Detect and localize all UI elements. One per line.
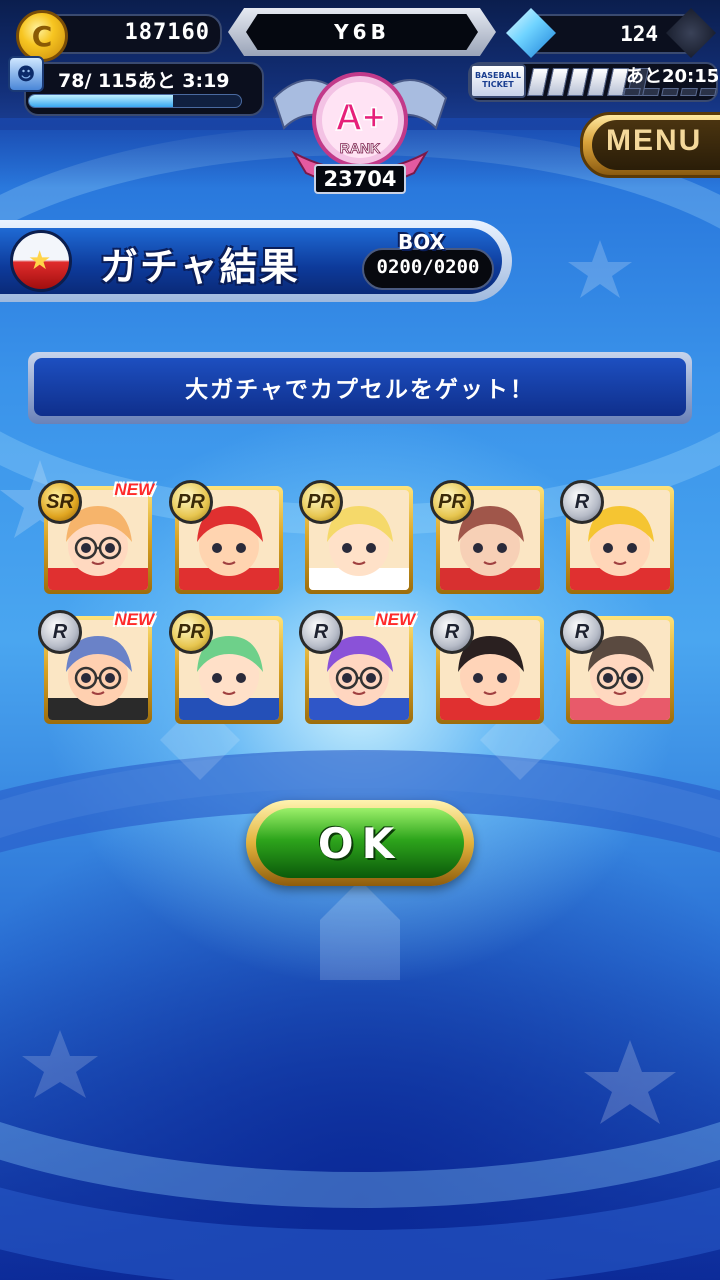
star-icon: ★ — [28, 246, 52, 276]
result-card[interactable]: R NEW — [38, 610, 154, 724]
ticket-sub-slot — [680, 88, 698, 96]
rank-label: RANK — [340, 140, 380, 156]
new-badge: NEW — [375, 610, 415, 629]
rarity-badge: R — [38, 610, 82, 654]
result-card[interactable]: PR — [169, 480, 283, 594]
player-name[interactable]: Y6B — [246, 14, 478, 50]
rank-score: 23704 — [314, 164, 406, 194]
ticket-sub-slot — [623, 88, 641, 96]
gacha-results-grid: SR NEW PR PR PR R R NEW PR R NEW R R — [38, 480, 676, 726]
status-bar: C 187160 Y6B 124 ☻ 78/ 115あと 3:19 BASEBA… — [0, 0, 720, 200]
rarity-badge: SR — [38, 480, 82, 524]
ticket-sub-slot — [699, 88, 717, 96]
rarity-badge: R — [299, 610, 343, 654]
result-card[interactable]: R — [560, 610, 674, 724]
rarity-badge: R — [560, 610, 604, 654]
ticket-timer: あと20:15 — [626, 66, 720, 87]
ticket-label-bottom: TICKET — [482, 80, 514, 89]
menu-label: MENU — [606, 124, 703, 157]
ticket-sub-slots — [623, 88, 717, 96]
stamina-bar-fill — [29, 95, 174, 107]
ticket-slot — [587, 68, 609, 96]
result-card[interactable]: R NEW — [299, 610, 415, 724]
new-badge: NEW — [114, 480, 154, 499]
ticket-sub-slot — [661, 88, 679, 96]
ticket-sub-slot — [642, 88, 660, 96]
result-card[interactable]: PR — [299, 480, 413, 594]
baseball-ticket-icon: BASEBALL TICKET — [470, 64, 526, 98]
rarity-badge: PR — [169, 480, 213, 524]
rarity-badge: PR — [430, 480, 474, 524]
stamina-text: 78/ 115あと 3:19 — [58, 70, 230, 92]
page-title: ガチャ結果 — [100, 245, 300, 289]
rank-grade: A+ — [335, 97, 385, 139]
ticket-slot — [567, 68, 589, 96]
rarity-badge: R — [430, 610, 474, 654]
coin-value: 187160 — [124, 20, 210, 45]
result-message: 大ガチャでカプセルをゲット！ — [34, 358, 686, 416]
box-value: 0200/0200 — [376, 256, 480, 278]
gem-value: 124 — [620, 22, 658, 46]
new-badge: NEW — [114, 610, 154, 629]
result-card[interactable]: PR — [430, 480, 544, 594]
result-card[interactable]: R — [430, 610, 544, 724]
box-label: BOX — [398, 230, 445, 254]
ok-button-label[interactable]: OK — [256, 808, 464, 878]
result-card[interactable]: PR — [169, 610, 283, 724]
coin-icon: C — [16, 10, 68, 62]
rarity-badge: PR — [299, 480, 343, 524]
player-card-icon: ☻ — [8, 56, 44, 92]
ticket-slot — [547, 68, 569, 96]
result-card[interactable]: R — [560, 480, 674, 594]
result-card[interactable]: SR NEW — [38, 480, 154, 594]
rarity-badge: PR — [169, 610, 213, 654]
rarity-badge: R — [560, 480, 604, 524]
ticket-slot — [527, 68, 549, 96]
stamina-bar — [28, 94, 242, 108]
